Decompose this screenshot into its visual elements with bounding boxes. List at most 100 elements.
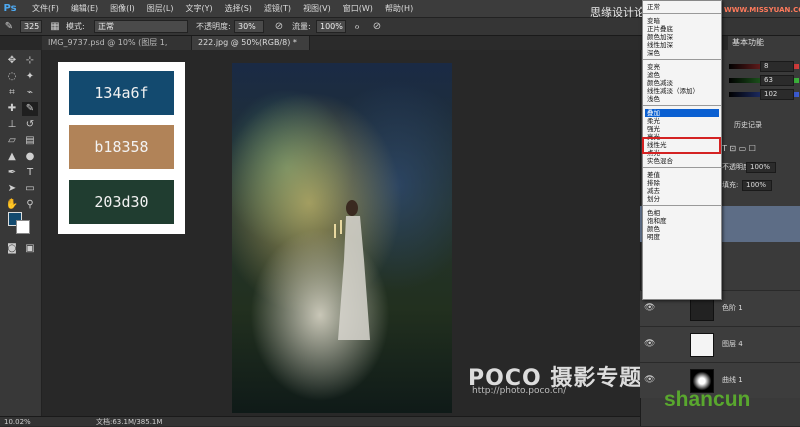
layer-fill-label: 填充: bbox=[722, 181, 739, 189]
lasso-tool-icon[interactable]: ◌ bbox=[4, 70, 20, 84]
color-swatch-blue: 134a6f bbox=[69, 71, 174, 115]
blend-mode-option[interactable]: 色相 bbox=[645, 209, 719, 217]
eye-icon[interactable]: 👁 bbox=[644, 339, 655, 349]
blend-mode-option[interactable]: 明度 bbox=[645, 233, 719, 241]
eraser-tool-icon[interactable]: ▱ bbox=[4, 134, 20, 148]
blend-mode-option[interactable]: 正常 bbox=[645, 3, 719, 11]
blend-mode-option[interactable]: 强光 bbox=[645, 125, 719, 133]
layer-name: 图层 4 bbox=[722, 340, 743, 348]
artboard-tool-icon[interactable]: ⊹ bbox=[22, 54, 38, 68]
hand-tool-icon[interactable]: ✋ bbox=[4, 198, 20, 212]
layer-style-icons: T ⊡ ▭ ☐ bbox=[722, 144, 756, 153]
clone-stamp-tool-icon[interactable]: ⊥ bbox=[4, 118, 20, 132]
crop-tool-icon[interactable]: ⌗ bbox=[4, 86, 20, 100]
magic-wand-tool-icon[interactable]: ✦ bbox=[22, 70, 38, 84]
blue-value[interactable]: 102 bbox=[760, 89, 794, 100]
site-url-watermark: WWW.MISSYUAN.COM bbox=[724, 6, 800, 14]
layer-name: 色阶 1 bbox=[722, 304, 743, 312]
layer-opacity-input[interactable]: 100% bbox=[746, 162, 776, 173]
red-value[interactable]: 8 bbox=[760, 61, 794, 72]
green-value[interactable]: 63 bbox=[760, 75, 794, 86]
mode-select[interactable]: 正常 bbox=[94, 20, 188, 33]
gradient-tool-icon[interactable]: ▤ bbox=[22, 134, 38, 148]
menu-item[interactable]: 帮助(H) bbox=[379, 0, 419, 18]
color-swatch-tan: b18358 bbox=[69, 125, 174, 169]
brush-tool-icon[interactable]: ✎ bbox=[22, 102, 38, 116]
path-selection-tool-icon[interactable]: ➤ bbox=[4, 182, 20, 196]
blend-mode-option[interactable]: 变暗 bbox=[645, 17, 719, 25]
menu-item[interactable]: 文件(F) bbox=[26, 0, 65, 18]
blend-mode-option[interactable]: 线性减淡（添加） bbox=[645, 87, 719, 95]
dodge-tool-icon[interactable]: ● bbox=[22, 150, 38, 164]
blend-mode-option[interactable]: 浅色 bbox=[645, 95, 719, 103]
blend-mode-option[interactable]: 线性加深 bbox=[645, 41, 719, 49]
menu-item[interactable]: 文字(Y) bbox=[179, 0, 218, 18]
blend-mode-option[interactable]: 实色混合 bbox=[645, 157, 719, 165]
blend-mode-option[interactable]: 变亮 bbox=[645, 63, 719, 71]
blur-tool-icon[interactable]: ▲ bbox=[4, 150, 20, 164]
blend-mode-option[interactable]: 颜色加深 bbox=[645, 33, 719, 41]
type-tool-icon[interactable]: T bbox=[22, 166, 38, 180]
layer-thumbnail bbox=[690, 333, 714, 357]
move-tool-icon[interactable]: ✥ bbox=[4, 54, 20, 68]
mode-label: 模式: bbox=[66, 22, 85, 31]
menu-item[interactable]: 窗口(W) bbox=[337, 0, 379, 18]
eye-icon[interactable]: 👁 bbox=[644, 303, 655, 313]
blend-mode-option[interactable]: 饱和度 bbox=[645, 217, 719, 225]
menu-item[interactable]: 滤镜(T) bbox=[258, 0, 297, 18]
tab-222-jpg[interactable]: 222.jpg @ 50%(RGB/8) * × bbox=[192, 36, 310, 61]
opacity-input[interactable]: 30% bbox=[234, 20, 264, 33]
blend-mode-option[interactable]: 划分 bbox=[645, 195, 719, 203]
layer-fill-input[interactable]: 100% bbox=[742, 180, 772, 191]
blend-mode-option[interactable]: 减去 bbox=[645, 187, 719, 195]
blend-mode-option[interactable]: 差值 bbox=[645, 171, 719, 179]
history-tab[interactable]: 历史记录 bbox=[734, 120, 762, 132]
pen-tool-icon[interactable]: ✒ bbox=[4, 166, 20, 180]
brush-tool-icon[interactable]: ✎ bbox=[2, 20, 16, 34]
menu-separator bbox=[643, 59, 721, 60]
menu-item[interactable]: 图层(L) bbox=[141, 0, 180, 18]
menu-separator bbox=[643, 167, 721, 168]
shancun-logo: shancun bbox=[664, 388, 751, 411]
brush-size-picker[interactable]: 325 bbox=[20, 20, 42, 33]
blend-mode-option[interactable]: 排除 bbox=[645, 179, 719, 187]
blend-mode-option[interactable]: 颜色减淡 bbox=[645, 79, 719, 87]
photo-figure bbox=[334, 200, 370, 340]
eyedropper-tool-icon[interactable]: ⌁ bbox=[22, 86, 38, 100]
healing-brush-tool-icon[interactable]: ✚ bbox=[4, 102, 20, 116]
menu-item[interactable]: 编辑(E) bbox=[65, 0, 104, 18]
background-color-swatch[interactable] bbox=[16, 220, 30, 234]
menu-item[interactable]: 视图(V) bbox=[297, 0, 337, 18]
workspace-select[interactable]: 基本功能 bbox=[728, 36, 800, 50]
menu-item[interactable]: 图像(I) bbox=[104, 0, 141, 18]
blend-mode-option[interactable]: 滤色 bbox=[645, 71, 719, 79]
eye-icon[interactable]: 👁 bbox=[644, 375, 655, 385]
tab-img-9737[interactable]: IMG_9737.psd @ 10% (图层 1, RGB/8) * × bbox=[42, 36, 192, 61]
airbrush-icon[interactable]: ℴ bbox=[350, 20, 364, 34]
toolbox: ✥ ⊹ ◌ ✦ ⌗ ⌁ ✚ ✎ ⊥ ↺ ▱ ▤ ▲ ● ✒ T ➤ ▭ ✋ ⚲ … bbox=[0, 50, 42, 416]
blend-mode-option[interactable]: 叠加 bbox=[645, 109, 719, 117]
flow-label: 流量: bbox=[292, 22, 311, 31]
poco-watermark-url: http://photo.poco.cn/ bbox=[472, 386, 567, 396]
blend-mode-option[interactable]: 深色 bbox=[645, 49, 719, 57]
flow-input[interactable]: 100% bbox=[316, 20, 346, 33]
blend-mode-option[interactable]: 颜色 bbox=[645, 225, 719, 233]
quick-mask-icon[interactable]: ◙ bbox=[4, 242, 20, 256]
screen-mode-icon[interactable]: ▣ bbox=[22, 242, 38, 256]
zoom-tool-icon[interactable]: ⚲ bbox=[22, 198, 38, 212]
brush-panel-icon[interactable]: ▦ bbox=[48, 20, 62, 34]
layer-name: 曲线 1 bbox=[722, 376, 743, 384]
rectangle-tool-icon[interactable]: ▭ bbox=[22, 182, 38, 196]
pressure-opacity-icon[interactable]: ⊘ bbox=[272, 20, 286, 34]
blend-mode-option[interactable]: 柔光 bbox=[645, 117, 719, 125]
blend-mode-option[interactable]: 正片叠底 bbox=[645, 25, 719, 33]
menu-items: 文件(F) 编辑(E) 图像(I) 图层(L) 文字(Y) 选择(S) 滤镜(T) 视图(V)… bbox=[26, 0, 419, 18]
pressure-size-icon[interactable]: ⊘ bbox=[370, 20, 384, 34]
menu-separator bbox=[643, 205, 721, 206]
photoshop-logo: Ps bbox=[3, 3, 17, 14]
annotation-highlight-box bbox=[642, 137, 721, 154]
menu-separator bbox=[643, 105, 721, 106]
layer-row[interactable]: 👁 图层 4 bbox=[640, 326, 800, 362]
history-brush-tool-icon[interactable]: ↺ bbox=[22, 118, 38, 132]
menu-item[interactable]: 选择(S) bbox=[219, 0, 258, 18]
